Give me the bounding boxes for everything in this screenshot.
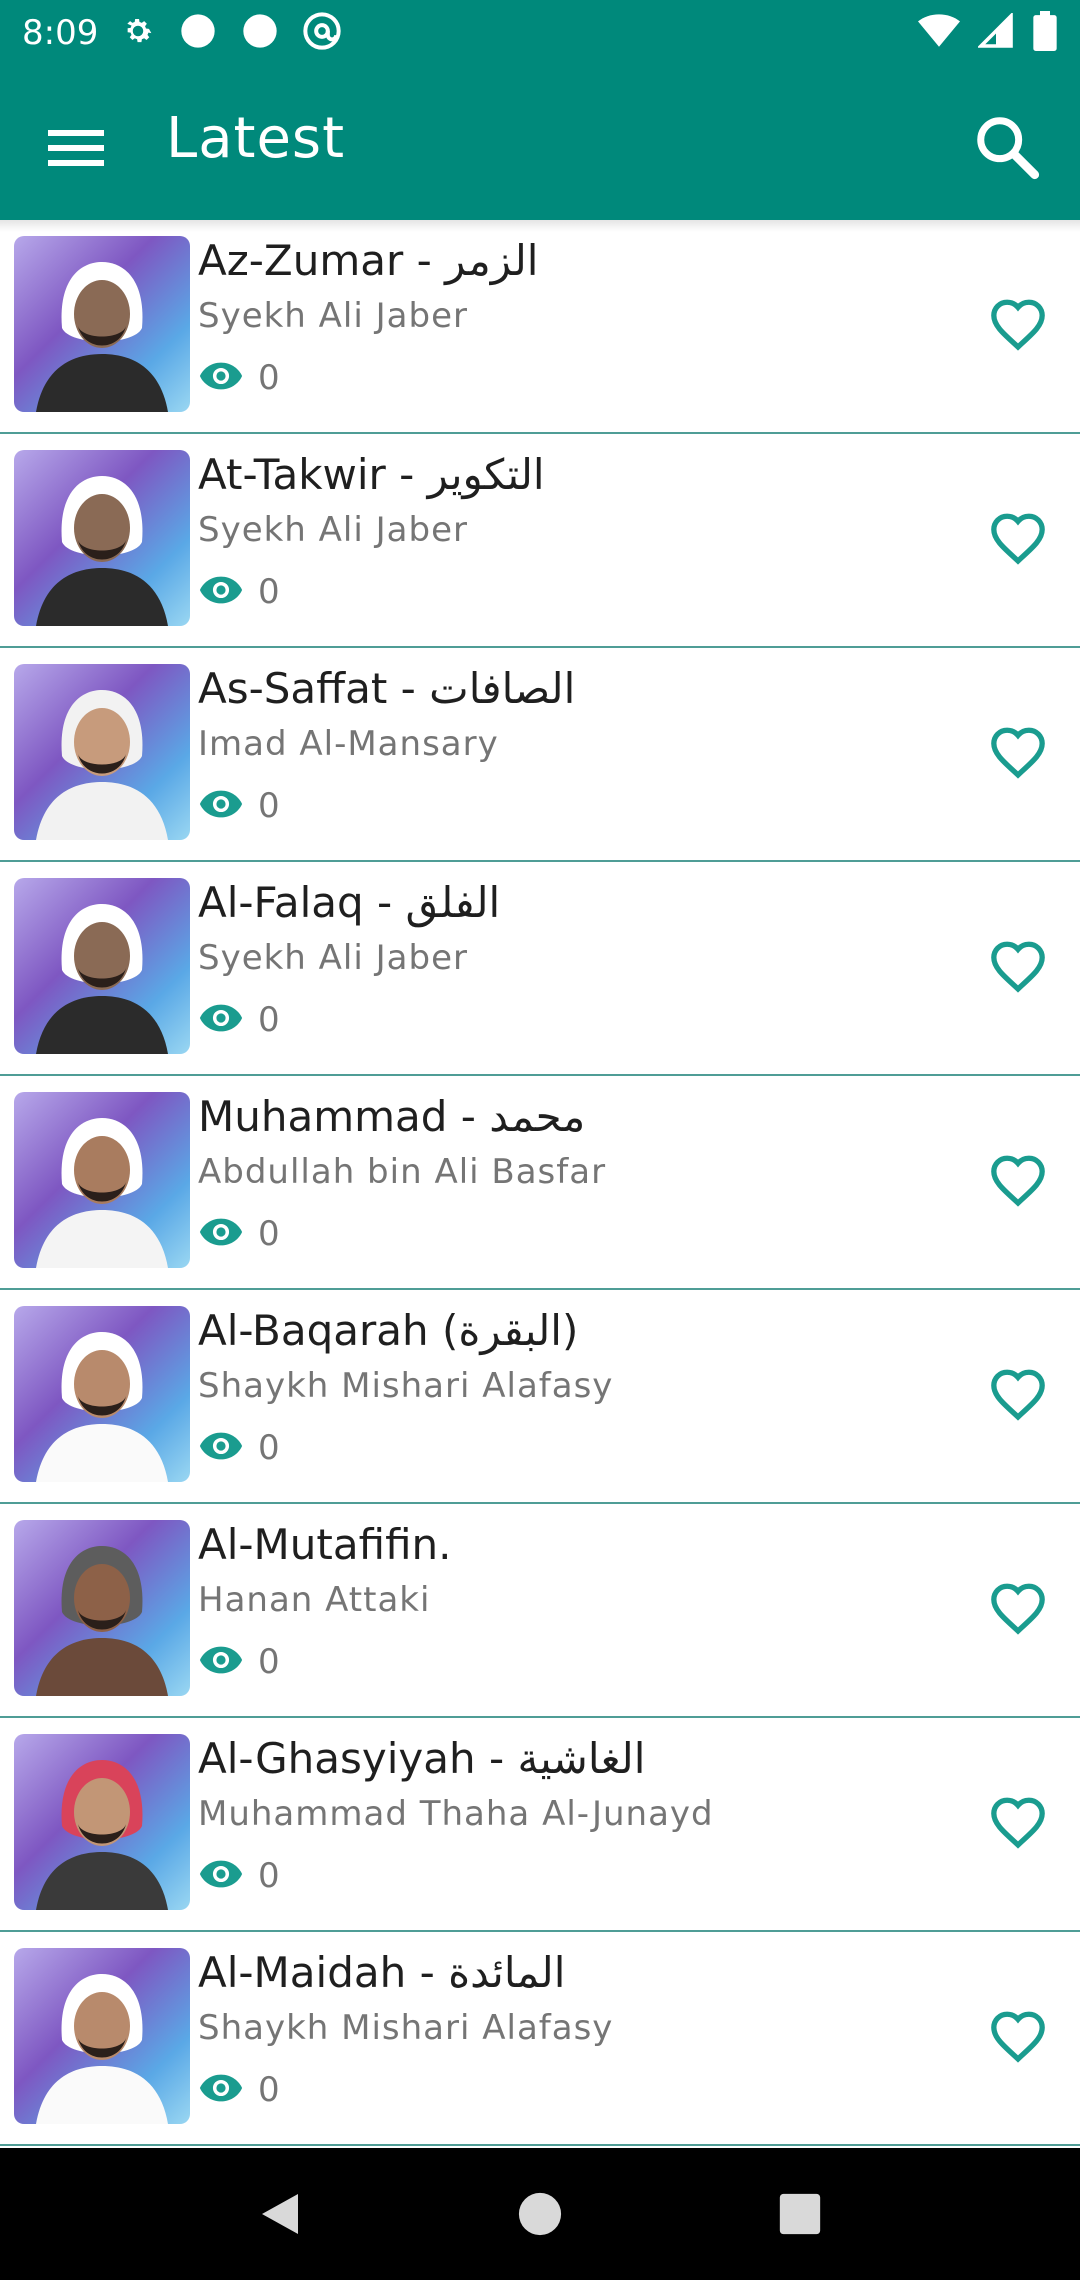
recents-square-icon[interactable] [760, 2174, 840, 2254]
surah-title: Muhammad - محمد [198, 1092, 586, 1141]
view-count: 0 [198, 2070, 280, 2110]
surah-title: At-Takwir - التكوير [198, 450, 545, 499]
system-navigation-bar [0, 2148, 1080, 2280]
at-sign-icon [302, 11, 342, 56]
view-count: 0 [198, 358, 280, 398]
reciter-avatar [14, 1734, 190, 1910]
reciter-avatar [14, 878, 190, 1054]
surah-title: Al-Baqarah (البقرة) [198, 1306, 579, 1355]
surah-title: As-Saffat - الصافات [198, 664, 576, 713]
view-count-value: 0 [258, 572, 280, 612]
favorite-heart-icon[interactable] [978, 712, 1058, 792]
status-bar: 8:09 [0, 0, 1080, 66]
reciter-avatar [14, 1306, 190, 1482]
surah-title: Al-Mutafifin. [198, 1520, 452, 1569]
page-title: Latest [166, 106, 346, 171]
settings-icon [120, 13, 156, 54]
reciter-avatar [14, 236, 190, 412]
reciter-name: Shaykh Mishari Alafasy [198, 2008, 614, 2048]
home-circle-icon[interactable] [500, 2174, 580, 2254]
surah-title: Al-Falaq - الفلق [198, 878, 501, 927]
reciter-name: Syekh Ali Jaber [198, 296, 468, 336]
view-count: 0 [198, 1856, 280, 1896]
wifi-icon [918, 13, 960, 54]
list-item[interactable]: Al-Ghasyiyah - الغاشية Muhammad Thaha Al… [0, 1718, 1080, 1932]
list-item[interactable]: Al-Mutafifin. Hanan Attaki 0 [0, 1504, 1080, 1718]
reciter-name: Syekh Ali Jaber [198, 510, 468, 550]
status-time: 8:09 [22, 13, 99, 53]
view-count: 0 [198, 1642, 280, 1682]
eye-icon [198, 2072, 244, 2109]
list-item[interactable]: Al-Falaq - الفلق Syekh Ali Jaber 0 [0, 862, 1080, 1076]
eye-icon [198, 360, 244, 397]
view-count-value: 0 [258, 1642, 280, 1682]
app-bar-shadow [0, 220, 1080, 232]
reciter-name: Muhammad Thaha Al-Junayd [198, 1794, 714, 1834]
list-item[interactable]: Al-Maidah - المائدة Shaykh Mishari Alafa… [0, 1932, 1080, 2146]
eye-icon [198, 574, 244, 611]
list-item[interactable]: At-Takwir - التكوير Syekh Ali Jaber 0 [0, 434, 1080, 648]
eye-icon [198, 1644, 244, 1681]
list-item[interactable]: Muhammad - محمد Abdullah bin Ali Basfar … [0, 1076, 1080, 1290]
eye-icon [198, 1216, 244, 1253]
favorite-heart-icon[interactable] [978, 1782, 1058, 1862]
eye-icon [198, 1430, 244, 1467]
reciter-avatar [14, 1948, 190, 2124]
reciter-avatar [14, 450, 190, 626]
view-count-value: 0 [258, 786, 280, 826]
favorite-heart-icon[interactable] [978, 1568, 1058, 1648]
view-count: 0 [198, 1000, 280, 1040]
view-count-value: 0 [258, 2070, 280, 2110]
view-count: 0 [198, 572, 280, 612]
search-icon[interactable] [962, 102, 1052, 192]
list-item[interactable]: As-Saffat - الصافات Imad Al-Mansary 0 [0, 648, 1080, 862]
latest-list[interactable]: Az-Zumar - الزمر Syekh Ali Jaber 0 At-Ta… [0, 220, 1080, 2148]
hamburger-menu-icon[interactable] [44, 116, 108, 180]
surah-title: Az-Zumar - الزمر [198, 236, 539, 285]
app-bar: Latest [0, 66, 1080, 220]
view-count: 0 [198, 1214, 280, 1254]
list-item[interactable]: Az-Zumar - الزمر Syekh Ali Jaber 0 [0, 220, 1080, 434]
favorite-heart-icon[interactable] [978, 498, 1058, 578]
signal-icon [976, 11, 1014, 54]
reciter-name: Imad Al-Mansary [198, 724, 499, 764]
eye-icon [198, 788, 244, 825]
reciter-avatar [14, 1520, 190, 1696]
battery-icon [1032, 10, 1058, 56]
eye-icon [198, 1858, 244, 1895]
view-count-value: 0 [258, 1856, 280, 1896]
notification-circle-icon [178, 11, 218, 56]
view-count-value: 0 [258, 1428, 280, 1468]
surah-title: Al-Maidah - المائدة [198, 1948, 566, 1997]
eye-icon [198, 1002, 244, 1039]
view-count: 0 [198, 786, 280, 826]
view-count-value: 0 [258, 358, 280, 398]
list-item[interactable]: Al-Baqarah (البقرة) Shaykh Mishari Alafa… [0, 1290, 1080, 1504]
favorite-heart-icon[interactable] [978, 926, 1058, 1006]
back-triangle-icon[interactable] [240, 2174, 320, 2254]
favorite-heart-icon[interactable] [978, 1140, 1058, 1220]
reciter-name: Hanan Attaki [198, 1580, 431, 1620]
reciter-avatar [14, 664, 190, 840]
favorite-heart-icon[interactable] [978, 1354, 1058, 1434]
surah-title: Al-Ghasyiyah - الغاشية [198, 1734, 646, 1783]
reciter-name: Syekh Ali Jaber [198, 938, 468, 978]
view-count: 0 [198, 1428, 280, 1468]
notification-circle-icon [240, 11, 280, 56]
reciter-name: Abdullah bin Ali Basfar [198, 1152, 607, 1192]
favorite-heart-icon[interactable] [978, 1996, 1058, 2076]
reciter-name: Shaykh Mishari Alafasy [198, 1366, 614, 1406]
favorite-heart-icon[interactable] [978, 284, 1058, 364]
view-count-value: 0 [258, 1000, 280, 1040]
view-count-value: 0 [258, 1214, 280, 1254]
reciter-avatar [14, 1092, 190, 1268]
